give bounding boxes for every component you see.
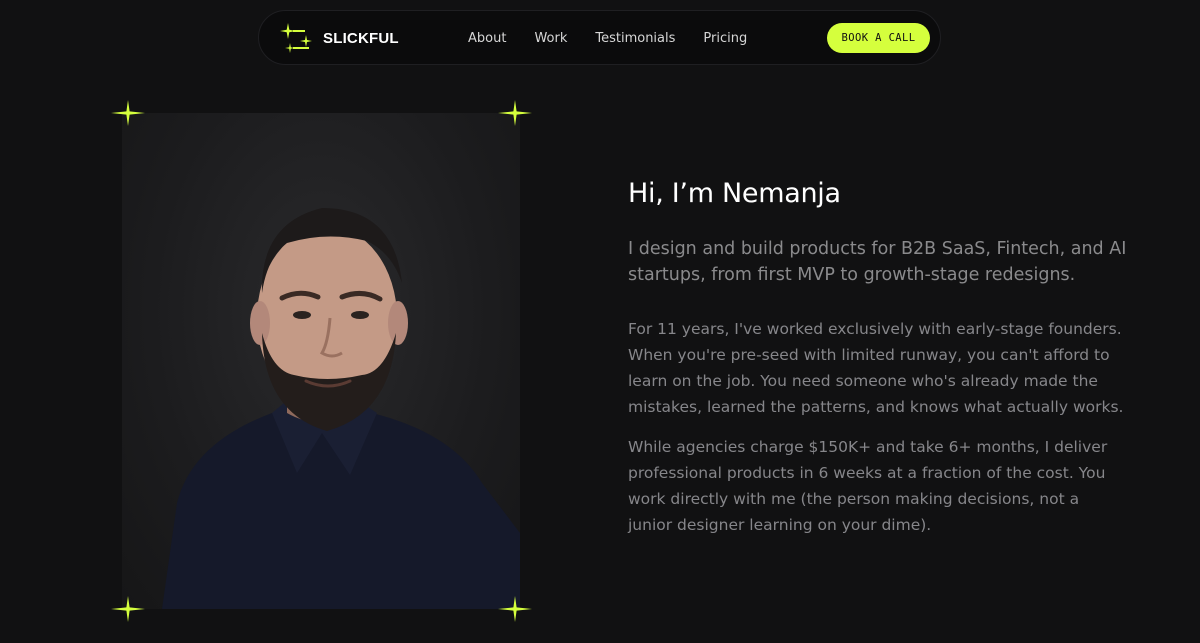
four-point-sparkle-icon — [498, 100, 532, 126]
body-paragraph: While agencies charge $150K+ and take 6+… — [628, 438, 1108, 534]
body-paragraph: For 11 years, I've worked exclusively wi… — [628, 320, 1124, 416]
book-a-call-button[interactable]: BOOK A CALL — [827, 23, 930, 53]
portrait-photo — [122, 113, 520, 609]
brand-logo[interactable]: SLICKFUL — [279, 21, 399, 55]
nav-link-pricing[interactable]: Pricing — [703, 31, 747, 46]
about-content: Hi, I’m Nemanja I design and build produ… — [628, 178, 1128, 538]
four-point-sparkle-icon — [111, 100, 145, 126]
nav-link-work[interactable]: Work — [534, 31, 567, 46]
sparkle-cluster-logo-icon — [280, 23, 312, 53]
nav-link-testimonials[interactable]: Testimonials — [595, 31, 675, 46]
nav-link-about[interactable]: About — [468, 31, 506, 46]
lead-paragraph: I design and build products for B2B SaaS… — [628, 239, 1127, 285]
nav-links: About Work Testimonials Pricing — [468, 11, 775, 66]
four-point-sparkle-icon — [498, 596, 532, 622]
brand-name: SLICKFUL — [323, 29, 399, 47]
four-point-sparkle-icon — [111, 596, 145, 622]
page-title: Hi, I’m Nemanja — [628, 178, 841, 209]
top-nav: SLICKFUL About Work Testimonials Pricing… — [258, 10, 941, 65]
portrait-illustration — [162, 208, 520, 609]
